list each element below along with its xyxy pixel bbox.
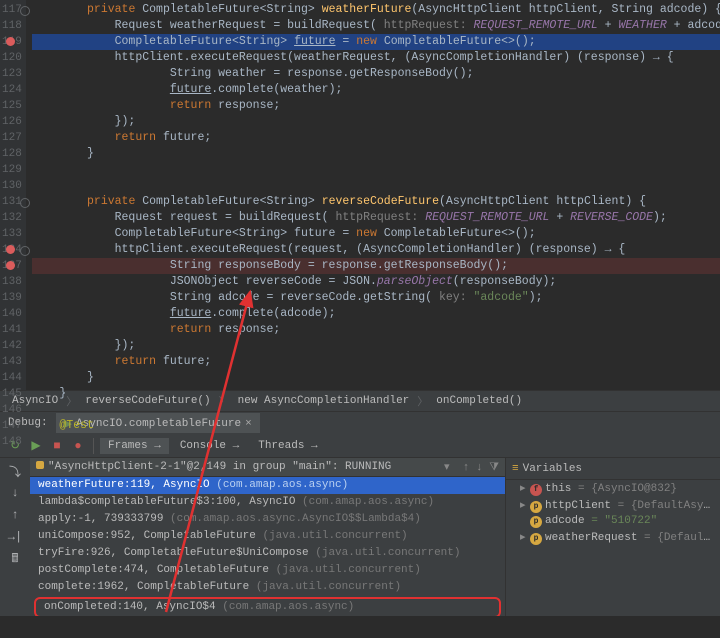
line-number[interactable]: 140 xyxy=(2,306,22,322)
variables-panel[interactable]: ≡Variables ▸fthis = {AsyncIO@832}▸phttpC… xyxy=(505,458,720,616)
line-number[interactable]: 134 xyxy=(2,242,22,258)
step-out-icon[interactable]: ↑ xyxy=(6,506,24,524)
frames-panel[interactable]: "AsyncHttpClient-2-1"@2,149 in group "ma… xyxy=(30,458,505,616)
stack-frame[interactable]: complete:1962, CompletableFuture (java.u… xyxy=(30,579,505,596)
step-into-icon[interactable]: ↓ xyxy=(6,484,24,502)
code-line[interactable]: Request request = buildRequest( httpRequ… xyxy=(32,210,720,226)
line-number[interactable]: 147 xyxy=(2,418,22,434)
line-number[interactable]: 129 xyxy=(2,162,22,178)
line-number[interactable]: 138 xyxy=(2,274,22,290)
code-line[interactable]: private CompletableFuture<String> weathe… xyxy=(32,2,720,18)
line-number[interactable]: 141 xyxy=(2,322,22,338)
code-line[interactable]: CompletableFuture<String> future = new C… xyxy=(32,34,720,50)
code-line[interactable]: CompletableFuture<String> future = new C… xyxy=(32,226,720,242)
thread-selector[interactable]: "AsyncHttpClient-2-1"@2,149 in group "ma… xyxy=(30,458,505,477)
line-number[interactable]: 125 xyxy=(2,98,22,114)
line-number[interactable]: 146 xyxy=(2,402,22,418)
code-line[interactable]: return future; xyxy=(32,130,720,146)
code-line[interactable]: }); xyxy=(32,114,720,130)
line-number[interactable]: 133 xyxy=(2,226,22,242)
code-area[interactable]: private CompletableFuture<String> weathe… xyxy=(26,0,720,390)
stack-frame[interactable]: uniCompose:952, CompletableFuture (java.… xyxy=(30,528,505,545)
line-number[interactable]: 145 xyxy=(2,386,22,402)
line-number[interactable]: 118 xyxy=(2,18,22,34)
evaluate-icon[interactable]: 🖩 xyxy=(6,550,24,568)
line-number[interactable]: 124 xyxy=(2,82,22,98)
code-line[interactable]: future.complete(adcode); xyxy=(32,306,720,322)
code-line[interactable]: }); xyxy=(32,338,720,354)
code-line[interactable] xyxy=(32,402,720,418)
variable-row[interactable]: ▸fthis = {AsyncIO@832} xyxy=(506,480,720,497)
code-line[interactable]: return future; xyxy=(32,354,720,370)
code-line[interactable]: httpClient.executeRequest(weatherRequest… xyxy=(32,50,720,66)
line-number[interactable]: 117 xyxy=(2,2,22,18)
code-line[interactable]: } xyxy=(32,146,720,162)
line-number[interactable]: 130 xyxy=(2,178,22,194)
code-line[interactable]: httpClient.executeRequest(request, (Asyn… xyxy=(32,242,720,258)
line-number[interactable]: 128 xyxy=(2,146,22,162)
line-number[interactable]: 139 xyxy=(2,290,22,306)
stack-frame[interactable]: onCompleted:140, AsyncIO$4 (com.amap.aos… xyxy=(36,599,499,616)
code-line[interactable]: String adcode = reverseCode.getString( k… xyxy=(32,290,720,306)
line-number[interactable]: 137 xyxy=(2,258,22,274)
line-number[interactable]: 131 xyxy=(2,194,22,210)
code-line[interactable]: private CompletableFuture<String> revers… xyxy=(32,194,720,210)
stack-frame[interactable]: postComplete:474, CompletableFuture (jav… xyxy=(30,562,505,579)
stack-frame[interactable]: tryFire:926, CompletableFuture$UniCompos… xyxy=(30,545,505,562)
line-gutter[interactable]: 1171181191201231241251261271281291301311… xyxy=(0,0,26,390)
code-line[interactable]: } xyxy=(32,370,720,386)
code-line[interactable]: return response; xyxy=(32,322,720,338)
code-line[interactable] xyxy=(32,178,720,194)
code-line[interactable]: String responseBody = response.getRespon… xyxy=(32,258,720,274)
line-number[interactable]: 142 xyxy=(2,338,22,354)
code-line[interactable]: JSONObject reverseCode = JSON.parseObjec… xyxy=(32,274,720,290)
code-line[interactable]: future.complete(weather); xyxy=(32,82,720,98)
code-line[interactable]: Request weatherRequest = buildRequest( h… xyxy=(32,18,720,34)
line-number[interactable]: 148 xyxy=(2,434,22,450)
code-line[interactable] xyxy=(32,434,720,450)
run-to-cursor-icon[interactable]: →| xyxy=(6,528,24,546)
variable-row[interactable]: padcode = "510722" xyxy=(506,514,720,529)
variable-row[interactable]: ▸pweatherRequest = {DefaultRequest@243 xyxy=(506,529,720,546)
code-line[interactable]: @Test xyxy=(32,418,720,434)
line-number[interactable]: 132 xyxy=(2,210,22,226)
code-line[interactable]: String weather = response.getResponseBod… xyxy=(32,66,720,82)
variable-row[interactable]: ▸phttpClient = {DefaultAsyncHttpClient@ xyxy=(506,497,720,514)
code-line[interactable]: } xyxy=(32,386,720,402)
line-number[interactable]: 144 xyxy=(2,370,22,386)
line-number[interactable]: 123 xyxy=(2,66,22,82)
line-number[interactable]: 119 xyxy=(2,34,22,50)
step-over-icon[interactable]: ⤵ xyxy=(6,462,24,480)
stack-frame[interactable]: lambda$completableFuture$3:100, AsyncIO … xyxy=(30,494,505,511)
line-number[interactable]: 143 xyxy=(2,354,22,370)
code-line[interactable]: return response; xyxy=(32,98,720,114)
line-number[interactable]: 126 xyxy=(2,114,22,130)
stack-frame[interactable]: weatherFuture:119, AsyncIO (com.amap.aos… xyxy=(30,477,505,494)
code-line[interactable] xyxy=(32,162,720,178)
stack-frame[interactable]: apply:-1, 739333799 (com.amap.aos.async.… xyxy=(30,511,505,528)
funnel-icon[interactable]: ⧩ xyxy=(489,462,499,474)
line-number[interactable]: 127 xyxy=(2,130,22,146)
line-number[interactable]: 120 xyxy=(2,50,22,66)
